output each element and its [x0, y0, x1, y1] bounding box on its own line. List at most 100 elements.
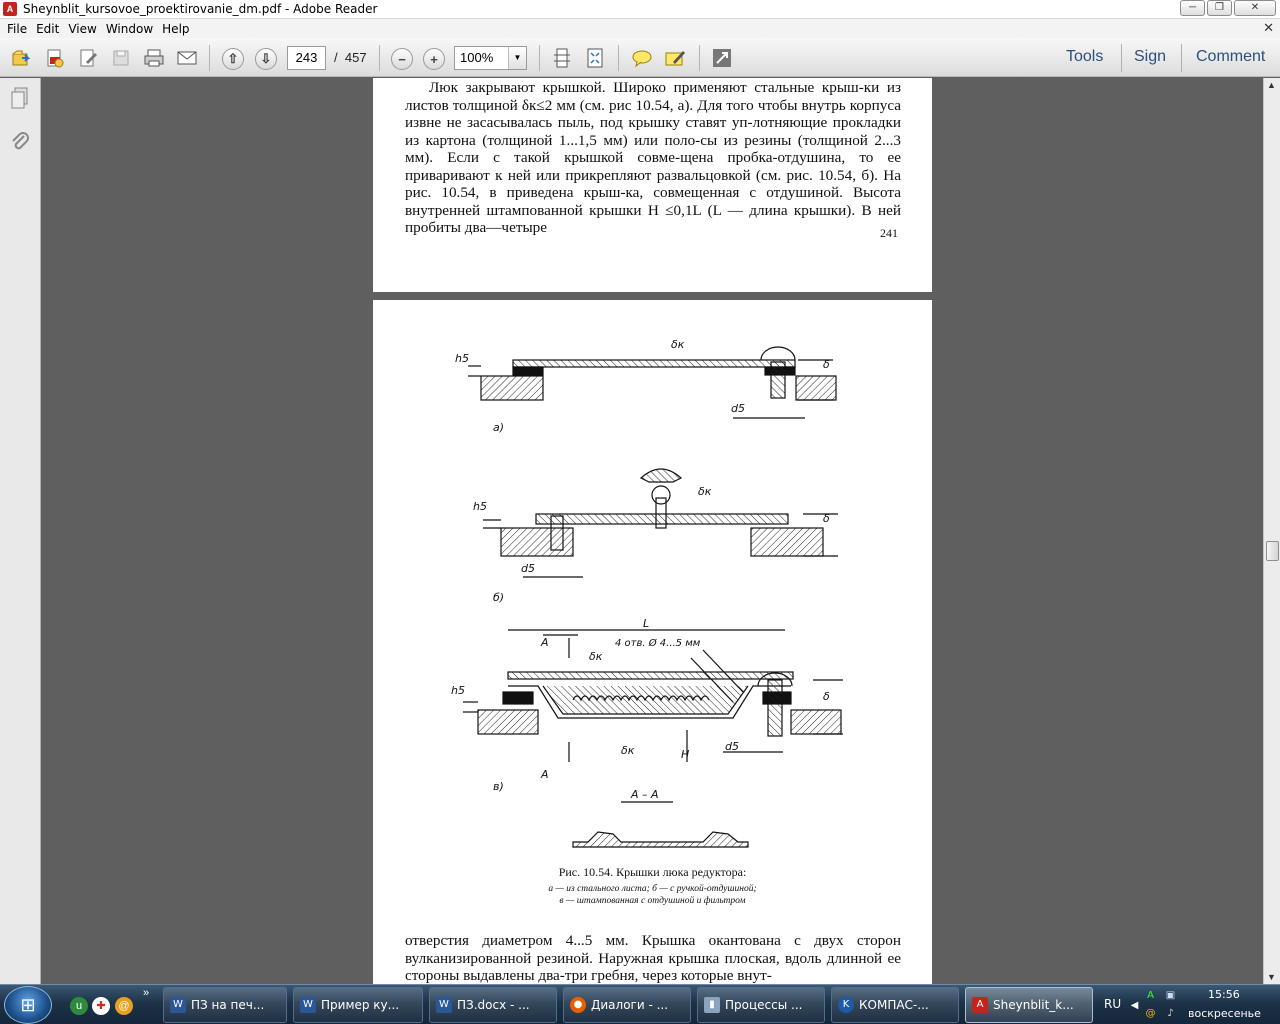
- word-icon: W: [170, 997, 186, 1013]
- quick-launch-more-icon[interactable]: »: [143, 987, 149, 999]
- edit-pdf-icon[interactable]: [75, 46, 101, 70]
- language-indicator[interactable]: RU: [1104, 997, 1121, 1011]
- fig-label-dk-v: δк: [589, 650, 603, 663]
- save-icon[interactable]: [108, 46, 134, 70]
- system-tray: RU ◀ A ▣ @ ♪ 15:56 воскресенье: [1098, 985, 1280, 1024]
- word-icon: W: [436, 997, 452, 1013]
- close-button[interactable]: ✕: [1234, 0, 1276, 16]
- zoom-select[interactable]: 100% ▼: [454, 46, 527, 70]
- scroll-up-icon[interactable]: ▲: [1267, 80, 1276, 90]
- tray-mail-icon[interactable]: @: [1144, 1007, 1157, 1020]
- toolbar-separator: [1181, 44, 1182, 72]
- toolbar-separator: [209, 45, 210, 71]
- highlight-icon[interactable]: [662, 46, 688, 70]
- volume-icon[interactable]: ♪: [1164, 1007, 1177, 1020]
- fig-label-h5-v: h5: [451, 684, 465, 697]
- email-icon[interactable]: [174, 46, 200, 70]
- toolbar-separator: [539, 45, 540, 71]
- comment-link[interactable]: Comment: [1196, 48, 1265, 66]
- task-kompas[interactable]: K КОМПАС-...: [831, 987, 959, 1023]
- attachments-icon[interactable]: [9, 130, 31, 152]
- task-firefox[interactable]: ● Диалоги - ...: [563, 987, 691, 1023]
- fig-label-dk-b: δк: [698, 485, 712, 498]
- fit-width-icon[interactable]: [549, 46, 575, 70]
- toolbar-separator: [1121, 44, 1122, 72]
- fig-label-d5: d5: [731, 402, 745, 415]
- close-document-icon[interactable]: ✕: [1263, 20, 1274, 36]
- pdf-page-242: h5 δк δ d5 а) h5 δк δ d5 б) L A 4 отв. Ø…: [373, 300, 932, 984]
- toolbar-separator: [618, 45, 619, 71]
- tools-link[interactable]: Tools: [1066, 48, 1103, 66]
- scroll-down-icon[interactable]: ▼: [1267, 972, 1276, 982]
- fig-label-L: L: [643, 617, 649, 630]
- mail-agent-icon[interactable]: @: [115, 997, 133, 1015]
- open-file-icon[interactable]: [7, 46, 33, 70]
- task-word-2[interactable]: W Пример ку...: [293, 987, 423, 1023]
- adobe-reader-icon: A: [3, 2, 17, 16]
- minimize-button[interactable]: ─: [1180, 0, 1205, 16]
- process-icon: ▮: [704, 997, 720, 1013]
- fig-label-A-top: A: [540, 636, 549, 649]
- clock-day[interactable]: воскресенье: [1188, 1007, 1261, 1020]
- task-word-1[interactable]: W ПЗ на печ...: [163, 987, 287, 1023]
- task-label: Sheynblit_k...: [993, 998, 1074, 1012]
- fig-label-H: H: [681, 748, 689, 761]
- menu-view[interactable]: View: [68, 22, 96, 36]
- fig-label-delta: δ: [823, 358, 830, 371]
- menu-file[interactable]: File: [7, 22, 27, 36]
- quick-launch-icon[interactable]: ✚: [92, 997, 110, 1015]
- task-adobe-reader[interactable]: A Sheynblit_k...: [965, 987, 1093, 1023]
- menu-bar: File Edit View Window Help ✕: [0, 19, 1280, 38]
- page-total: / 457: [334, 50, 367, 65]
- pdf-icon: A: [972, 997, 988, 1013]
- network-icon[interactable]: ▣: [1164, 989, 1177, 1002]
- menu-window[interactable]: Window: [106, 22, 153, 36]
- page-separator: /: [334, 50, 338, 65]
- create-pdf-icon[interactable]: [41, 46, 67, 70]
- page-body-text: Люк закрывают крышкой. Широко применяют …: [405, 79, 901, 236]
- figure-caption-title: Рис. 10.54. Крышки люка редуктора:: [558, 865, 747, 879]
- fig-label-dk-v2: δк: [621, 744, 635, 757]
- chevron-down-icon[interactable]: ▼: [508, 47, 526, 69]
- menu-edit[interactable]: Edit: [36, 22, 59, 36]
- zoom-out-icon[interactable]: −: [391, 48, 413, 70]
- fit-page-icon[interactable]: [582, 46, 608, 70]
- sign-link[interactable]: Sign: [1134, 48, 1166, 66]
- start-button[interactable]: ⊞: [4, 986, 52, 1024]
- tray-expand-icon[interactable]: ◀: [1128, 999, 1141, 1012]
- document-view[interactable]: Люк закрывают крышкой. Широко применяют …: [42, 78, 1263, 984]
- task-word-3[interactable]: W ПЗ.docx - ...: [429, 987, 557, 1023]
- title-bar: A Sheynblit_kursovoe_proektirovanie_dm.p…: [0, 0, 1280, 19]
- tray-app-icon[interactable]: A: [1144, 989, 1157, 1002]
- full-screen-icon[interactable]: [709, 46, 735, 70]
- fig-label-d5-v: d5: [725, 740, 739, 753]
- fig-label-a: а): [493, 421, 504, 434]
- navigation-pane: [0, 78, 41, 984]
- next-page-icon[interactable]: ⇩: [255, 48, 277, 70]
- fig-label-holes: 4 отв. Ø 4...5 мм: [615, 637, 701, 649]
- fig-label-dk: δк: [671, 338, 685, 351]
- comment-note-icon[interactable]: [629, 46, 655, 70]
- firefox-icon: ●: [570, 997, 586, 1013]
- vertical-scrollbar[interactable]: ▲ ▼: [1263, 78, 1280, 984]
- task-processes[interactable]: ▮ Процессы ...: [697, 987, 825, 1023]
- toolbar-separator: [699, 45, 700, 71]
- figure-10-54-drawing: h5 δк δ d5 а) h5 δк δ d5 б) L A 4 отв. Ø…: [451, 338, 843, 848]
- zoom-in-icon[interactable]: +: [423, 48, 445, 70]
- clock-time[interactable]: 15:56: [1208, 988, 1240, 1001]
- page-number-input[interactable]: 243: [287, 46, 326, 70]
- print-icon[interactable]: [141, 46, 167, 70]
- fig-label-section: А – А: [630, 788, 659, 801]
- page-body-text-continued: отверстия диаметром 4...5 мм. Крышка ока…: [405, 932, 901, 984]
- maximize-button[interactable]: ❐: [1207, 0, 1232, 16]
- fig-label-h5: h5: [455, 352, 469, 365]
- previous-page-icon[interactable]: ⇧: [222, 48, 244, 70]
- task-label: КОМПАС-...: [859, 998, 929, 1012]
- page-thumbnails-icon[interactable]: [9, 86, 31, 109]
- fig-label-d5-b: d5: [521, 562, 535, 575]
- menu-help[interactable]: Help: [162, 22, 189, 36]
- fig-label-delta-v: δ: [823, 690, 830, 703]
- fig-label-A-bottom: A: [540, 768, 549, 781]
- scrollbar-thumb[interactable]: [1266, 541, 1279, 561]
- torrent-icon[interactable]: u: [70, 997, 88, 1015]
